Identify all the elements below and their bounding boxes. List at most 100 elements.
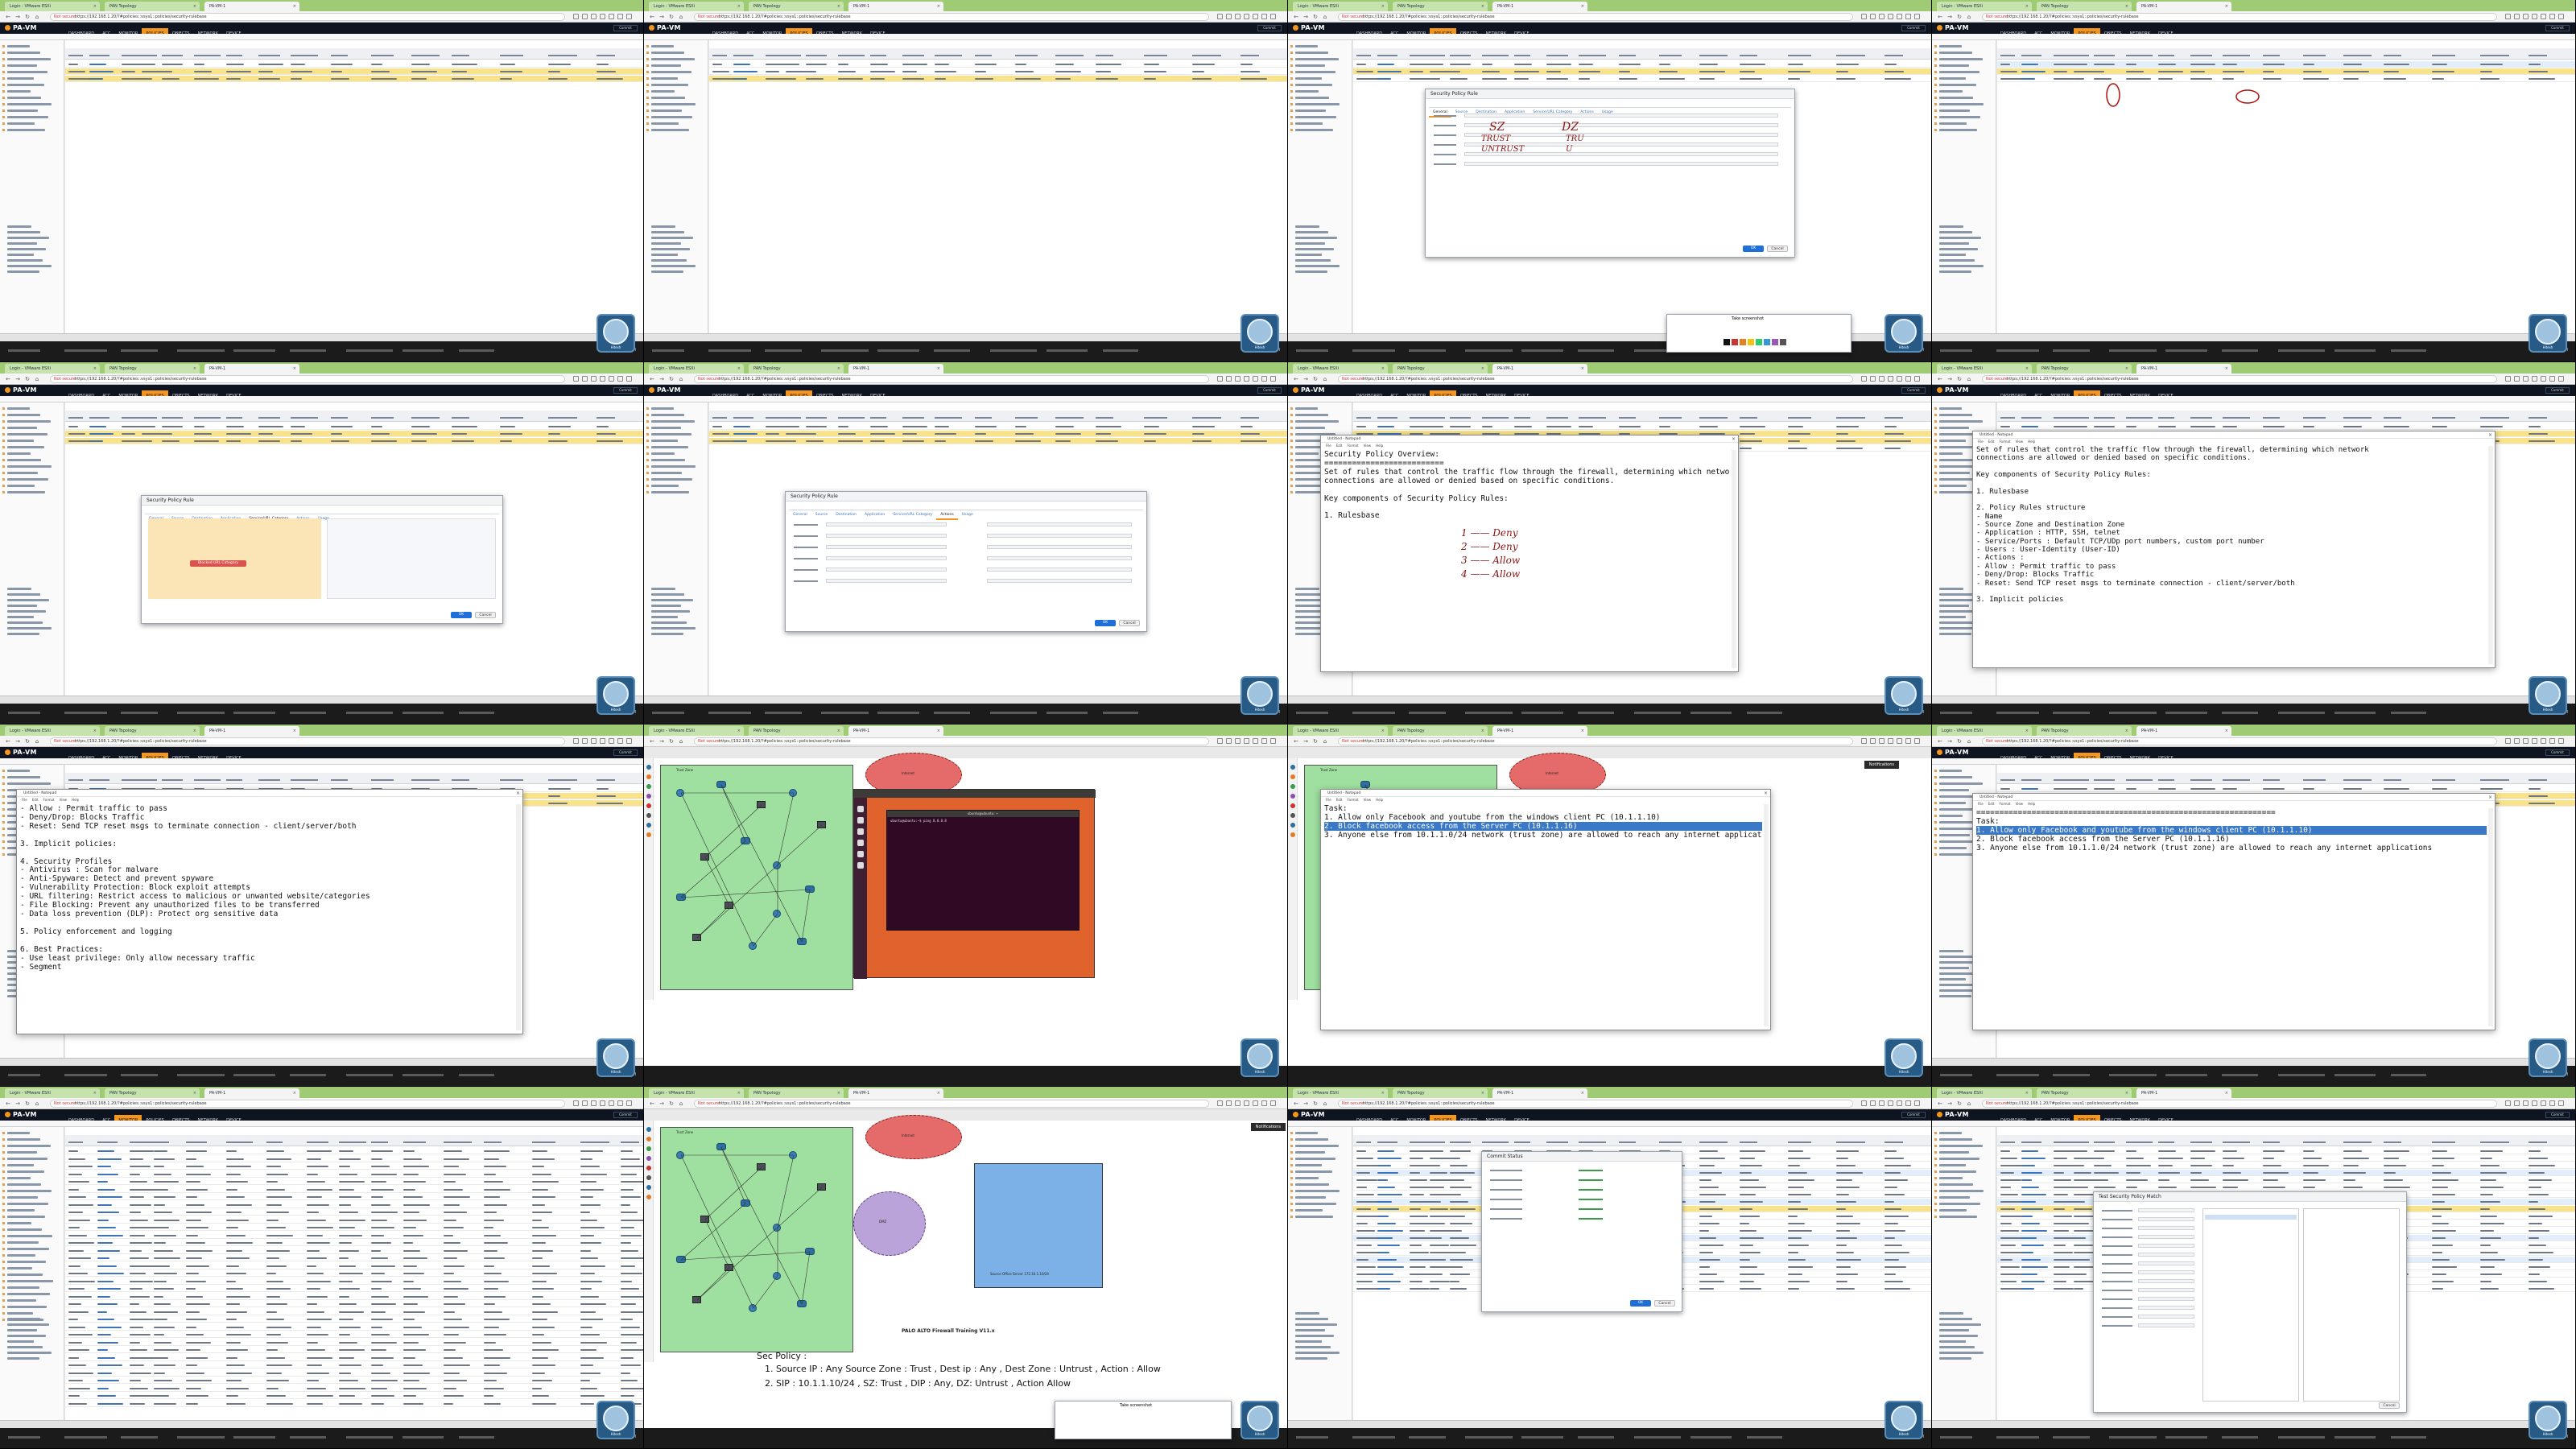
toolbar-extension-icon[interactable] bbox=[617, 376, 623, 382]
column-header[interactable] bbox=[1885, 55, 1903, 56]
toolbar-extension-icon[interactable] bbox=[582, 376, 588, 382]
home-icon[interactable]: ⌂ bbox=[34, 14, 40, 20]
notepad-menu-item[interactable]: Edit bbox=[1336, 444, 1343, 448]
commit-button[interactable]: Commit bbox=[1901, 1112, 1926, 1118]
browser-tab[interactable]: PA-VM-1 × bbox=[848, 2, 943, 11]
reload-icon[interactable]: ↻ bbox=[1956, 1100, 1963, 1107]
taskbar-item[interactable] bbox=[1103, 349, 1138, 352]
taskbar-item[interactable] bbox=[2334, 1436, 2376, 1439]
object-filter-item[interactable] bbox=[1939, 1329, 1969, 1331]
sidebar-item[interactable] bbox=[1939, 802, 1966, 804]
column-header[interactable] bbox=[1836, 1141, 1865, 1143]
taskbar-item[interactable] bbox=[1578, 349, 1614, 352]
sidebar-item[interactable] bbox=[1939, 1170, 1976, 1173]
sidebar-item[interactable] bbox=[1295, 407, 1318, 410]
taskbar-item[interactable] bbox=[64, 1074, 107, 1076]
taskbar-item[interactable] bbox=[1465, 712, 1513, 714]
column-header[interactable] bbox=[142, 779, 157, 781]
notepad-menu-item[interactable]: File bbox=[22, 798, 27, 802]
toolbar-extension-icon[interactable] bbox=[609, 376, 614, 382]
commit-button[interactable]: Commit bbox=[613, 749, 638, 756]
taskbar-item[interactable] bbox=[1940, 1436, 1972, 1439]
sidebar-item[interactable] bbox=[7, 116, 48, 118]
table-row[interactable] bbox=[65, 1255, 643, 1261]
launcher-app-icon[interactable] bbox=[857, 840, 864, 846]
taskbar-item[interactable] bbox=[2109, 1436, 2157, 1439]
form-field[interactable] bbox=[2138, 1235, 2194, 1239]
object-filter-item[interactable] bbox=[7, 1357, 39, 1360]
taskbar-item[interactable] bbox=[346, 1436, 393, 1439]
close-tab-icon[interactable]: × bbox=[2025, 1088, 2029, 1098]
sidebar-item[interactable] bbox=[7, 77, 34, 80]
sidebar-item[interactable] bbox=[7, 1261, 46, 1263]
column-header[interactable] bbox=[1482, 55, 1509, 56]
column-header[interactable] bbox=[68, 417, 83, 419]
back-icon[interactable]: ← bbox=[1293, 376, 1299, 382]
column-header[interactable] bbox=[2074, 417, 2089, 419]
address-bar[interactable]: Not secure https://192.168.1.20/?#policie… bbox=[50, 375, 565, 383]
reload-icon[interactable]: ↻ bbox=[1312, 14, 1319, 20]
taskbar-item[interactable] bbox=[2222, 1436, 2258, 1439]
form-field[interactable] bbox=[2138, 1288, 2194, 1292]
toolbar-extension-icon[interactable] bbox=[2505, 1100, 2511, 1106]
form-field[interactable] bbox=[987, 579, 1132, 583]
address-bar[interactable]: Not secure https://192.168.1.20/?#policie… bbox=[1338, 375, 1853, 383]
taskbar-item[interactable] bbox=[1409, 712, 1446, 714]
column-header[interactable] bbox=[2432, 417, 2455, 419]
taskbar-item[interactable] bbox=[765, 712, 802, 714]
notepad-text-area[interactable]: ========================================… bbox=[1976, 808, 2487, 1026]
address-bar[interactable]: Not secure https://192.168.1.20/?#policie… bbox=[1982, 375, 2497, 383]
notepad-menu-item[interactable]: Format bbox=[1999, 440, 2010, 444]
toolbar-extension-icon[interactable] bbox=[600, 738, 605, 744]
object-filter-item[interactable] bbox=[651, 588, 675, 590]
home-icon[interactable]: ⌂ bbox=[678, 376, 684, 382]
table-row[interactable] bbox=[65, 438, 643, 444]
browser-tab[interactable]: Login - VMware ESXi × bbox=[1937, 726, 2032, 736]
launcher-app-icon[interactable] bbox=[857, 817, 864, 824]
sidebar-item[interactable] bbox=[1295, 97, 1329, 99]
close-tab-icon[interactable]: × bbox=[1481, 2, 1484, 11]
object-filter-item[interactable] bbox=[1295, 1318, 1328, 1320]
sidebar-item[interactable] bbox=[1939, 1132, 1962, 1134]
column-header[interactable] bbox=[2263, 1141, 2280, 1143]
column-header[interactable] bbox=[1699, 55, 1728, 56]
toolbar-extension-icon[interactable] bbox=[1217, 376, 1223, 382]
table-row[interactable] bbox=[65, 1324, 643, 1331]
home-icon[interactable]: ⌂ bbox=[678, 14, 684, 20]
taskbar-item[interactable] bbox=[2109, 1074, 2157, 1076]
column-header[interactable] bbox=[1055, 417, 1084, 419]
column-header[interactable] bbox=[2223, 779, 2250, 781]
reload-icon[interactable]: ↻ bbox=[1956, 738, 1963, 745]
column-header[interactable] bbox=[331, 779, 348, 781]
column-header[interactable] bbox=[1836, 417, 1865, 419]
taskbar-item[interactable] bbox=[1690, 1436, 1732, 1439]
browser-tab[interactable]: PA-VM-1 × bbox=[1492, 364, 1587, 374]
browser-tab[interactable]: PA-VM-1 × bbox=[2136, 1088, 2231, 1098]
form-field[interactable] bbox=[826, 522, 947, 526]
browser-tab[interactable]: PAN Topology × bbox=[105, 364, 200, 374]
toolbar-extension-icon[interactable] bbox=[2541, 1100, 2546, 1106]
forward-icon[interactable]: → bbox=[14, 1100, 21, 1107]
toolbar-extension-icon[interactable] bbox=[2514, 376, 2520, 382]
column-header[interactable] bbox=[371, 779, 394, 781]
taskbar-item[interactable] bbox=[121, 1074, 158, 1076]
dialog-tab[interactable]: Source bbox=[811, 511, 832, 518]
taskbar-item[interactable] bbox=[990, 712, 1037, 714]
column-header[interactable] bbox=[733, 55, 753, 56]
column-header[interactable] bbox=[226, 1141, 253, 1143]
taskbar-item[interactable] bbox=[765, 349, 802, 352]
object-filter-item[interactable] bbox=[7, 616, 34, 618]
close-tab-icon[interactable]: × bbox=[193, 2, 196, 11]
object-filter-item[interactable] bbox=[1939, 621, 1975, 624]
form-field[interactable] bbox=[826, 534, 947, 538]
column-header[interactable] bbox=[142, 55, 157, 56]
home-icon[interactable]: ⌂ bbox=[1322, 1100, 1328, 1107]
sidebar-item[interactable] bbox=[7, 414, 40, 416]
ok-button[interactable]: OK bbox=[1743, 246, 1764, 252]
browser-tab[interactable]: Login - VMware ESXi × bbox=[1293, 364, 1388, 374]
commit-button[interactable]: Commit bbox=[2545, 749, 2570, 756]
notepad-menu-item[interactable]: Help bbox=[1376, 444, 1383, 448]
reload-icon[interactable]: ↻ bbox=[668, 14, 675, 20]
column-header[interactable] bbox=[2343, 779, 2372, 781]
column-header[interactable] bbox=[162, 55, 183, 56]
